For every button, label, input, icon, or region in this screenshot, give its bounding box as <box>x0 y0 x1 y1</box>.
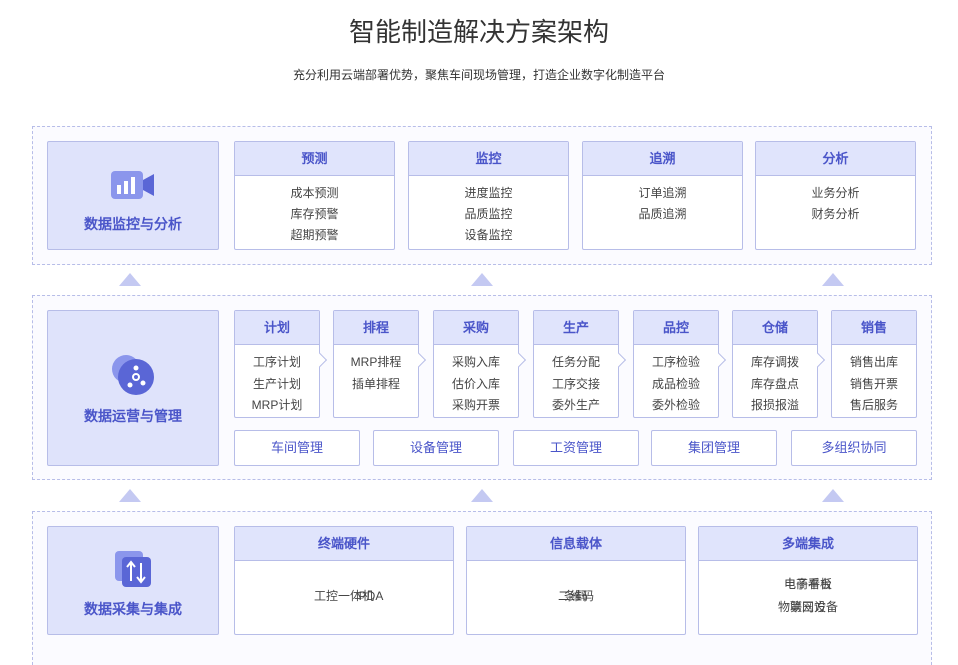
module-item: 成本预测 <box>290 186 339 200</box>
module-title: 信息载体 <box>467 527 685 561</box>
module-item: 报损报溢 <box>750 398 799 412</box>
module-title: 品控 <box>634 311 718 345</box>
module-item: 估价入库 <box>451 376 500 391</box>
module-card-sales: 销售 销售出库 销售开票 售后服务 <box>831 310 917 418</box>
up-arrow-icon <box>822 489 844 502</box>
module-item: 销售出库 <box>849 355 898 369</box>
module-card-schedule: 排程 MRP排程 插单排程 <box>333 310 427 418</box>
layer-label: 数据运营与管理 <box>84 408 182 424</box>
module-item: 工序检验 <box>651 355 700 369</box>
management-payroll: 工资管理 <box>513 430 639 466</box>
management-multi-org: 多组织协同 <box>791 430 917 466</box>
monitoring-analysis-layer: 数据监控与分析 预测 成本预测 库存预警 超期预警 监控 进度监控 品质监控 设… <box>32 126 932 265</box>
layer-label: 数据采集与集成 <box>84 601 182 617</box>
module-item: 财务分析 <box>811 207 860 221</box>
layer-label: 数据监控与分析 <box>84 216 182 232</box>
module-item: 销售开票 <box>849 376 898 391</box>
module-item: 超期预警 <box>290 228 339 242</box>
layer-label-panel: 数据采集与集成 <box>47 526 219 635</box>
module-card-analysis: 分析 业务分析 财务分析 <box>755 141 916 250</box>
module-card-terminal-hardware: 终端硬件 工控一体机 PDA <box>234 526 454 635</box>
module-card-monitor: 监控 进度监控 品质监控 设备监控 <box>408 141 569 250</box>
module-item: 业务分析 <box>811 186 860 200</box>
module-item: 插单排程 <box>351 376 400 391</box>
module-item: 设备监控 <box>464 228 513 242</box>
up-arrow-icon <box>119 489 141 502</box>
module-card-purchase: 采购 采购入库 估价入库 采购开票 <box>433 310 527 418</box>
module-item: PDA <box>358 589 384 603</box>
module-card-forecast: 预测 成本预测 库存预警 超期预警 <box>234 141 395 250</box>
module-item: 二维码 <box>557 589 594 603</box>
module-title: 计划 <box>235 311 319 345</box>
module-item: 第三方 <box>789 600 826 614</box>
module-item: 库存调拨 <box>750 355 799 369</box>
layer-label-panel: 数据监控与分析 <box>47 141 219 250</box>
module-card-production: 生产 任务分配 工序交接 委外生产 <box>533 310 627 418</box>
module-item: 委外检验 <box>651 398 700 412</box>
management-group: 集团管理 <box>651 430 777 466</box>
cloud-share-icon <box>109 353 157 402</box>
module-title: 生产 <box>534 311 618 345</box>
module-title: 销售 <box>832 311 916 345</box>
module-title: 预测 <box>235 142 394 176</box>
module-title: 监控 <box>409 142 568 176</box>
page-subtitle: 充分利用云端部署优势，聚焦车间现场管理，打造企业数字化制造平台 <box>292 68 665 82</box>
module-item: 委外生产 <box>551 398 600 412</box>
page-title: 智能制造解决方案架构 <box>348 17 609 47</box>
module-card-plan: 计划 工序计划 生产计划 MRP计划 <box>234 310 328 418</box>
module-title: 追溯 <box>583 142 742 176</box>
module-item: 采购入库 <box>451 355 500 369</box>
module-item: 成品检验 <box>651 376 700 391</box>
module-item: 任务分配 <box>551 355 600 369</box>
module-title: 分析 <box>756 142 915 176</box>
module-item: 品质追溯 <box>638 207 687 221</box>
module-item: MRP计划 <box>251 398 303 412</box>
module-item: 工序计划 <box>252 355 301 369</box>
module-item: 库存预警 <box>290 207 339 221</box>
module-card-quality: 品控 工序检验 成品检验 委外检验 <box>633 310 727 418</box>
module-title: 排程 <box>334 311 418 345</box>
module-title: 仓储 <box>733 311 817 345</box>
module-item: 进度监控 <box>464 186 513 200</box>
module-card-trace: 追溯 订单追溯 品质追溯 <box>582 141 743 250</box>
management-workshop: 车间管理 <box>234 430 360 466</box>
collection-integration-layer: 数据采集与集成 终端硬件 工控一体机 PDA 信息载体 条码 二维码 多端集成 … <box>32 511 932 665</box>
module-item: 采购开票 <box>451 398 500 412</box>
module-item: MRP排程 <box>350 355 402 369</box>
up-arrow-icon <box>471 273 493 286</box>
module-item: 生产计划 <box>252 376 301 391</box>
module-item: 工序交接 <box>551 376 600 391</box>
module-item: 库存盘点 <box>750 376 799 391</box>
transfer-arrows-icon <box>113 549 153 594</box>
module-card-multi-integration: 多端集成 电子看板 电商平台 物联网设备 第三方 <box>698 526 918 635</box>
module-item: 电商平台 <box>783 577 832 591</box>
operations-management-layer: 数据运营与管理 计划 工序计划 生产计划 MRP计划 排程 MRP排程 插单排程… <box>32 295 932 480</box>
module-item: 品质监控 <box>464 207 513 221</box>
management-equipment: 设备管理 <box>373 430 499 466</box>
up-arrow-icon <box>119 273 141 286</box>
module-title: 采购 <box>434 311 518 345</box>
module-card-warehouse: 仓储 库存调拨 库存盘点 报损报溢 <box>732 310 826 418</box>
layer-label-panel: 数据运营与管理 <box>47 310 219 466</box>
module-item: 售后服务 <box>849 398 898 412</box>
module-title: 多端集成 <box>699 527 917 561</box>
video-chart-icon <box>110 168 156 207</box>
up-arrow-icon <box>822 273 844 286</box>
module-title: 终端硬件 <box>235 527 453 561</box>
module-card-info-carrier: 信息载体 条码 二维码 <box>466 526 686 635</box>
module-item: 订单追溯 <box>638 186 687 200</box>
up-arrow-icon <box>471 489 493 502</box>
